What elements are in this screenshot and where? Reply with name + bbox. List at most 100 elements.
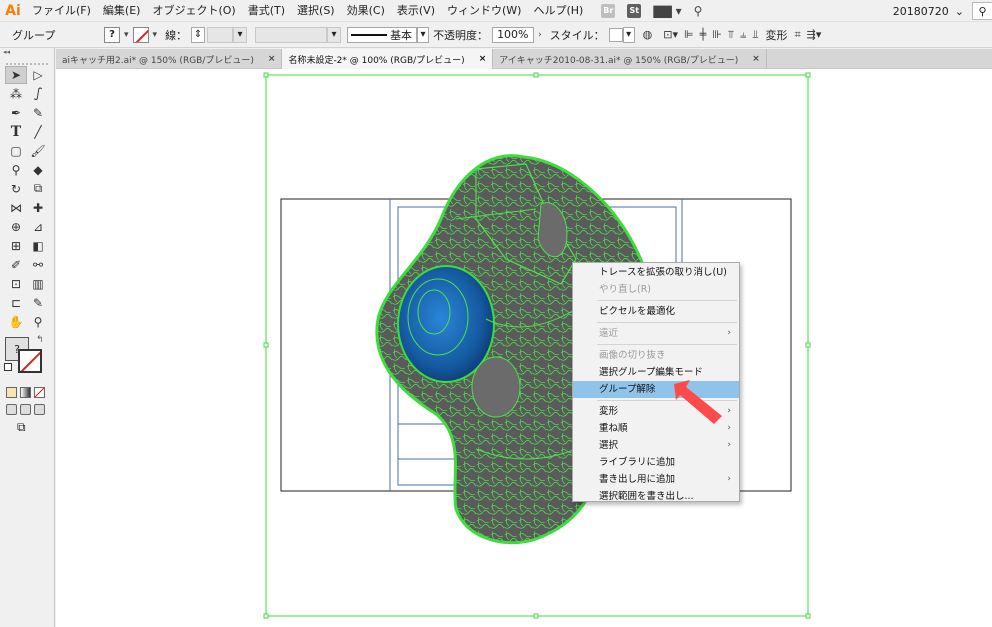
menu-edit[interactable]: 編集(E): [97, 0, 147, 22]
context-menu-item[interactable]: ピクセルを最適化: [573, 303, 739, 320]
mesh-tool-icon[interactable]: ⊞: [5, 237, 27, 255]
paintbrush-tool-icon[interactable]: 🖌: [27, 142, 49, 160]
chevron-down-icon[interactable]: ▾: [327, 26, 342, 43]
chevron-down-icon[interactable]: ▾: [124, 30, 129, 40]
type-tool-icon[interactable]: T: [5, 123, 27, 141]
rotate-tool-icon[interactable]: ↻: [5, 180, 27, 198]
screen-mode-icon[interactable]: ⧉: [0, 420, 54, 435]
puppet-warp-tool-icon[interactable]: ✚: [27, 199, 49, 217]
none-mode-icon[interactable]: [34, 387, 45, 398]
align-bottom-icon[interactable]: ⫫: [752, 28, 758, 42]
column-graph-tool-icon[interactable]: ▥: [27, 275, 49, 293]
hand-tool-icon[interactable]: ✋: [5, 313, 27, 331]
chevron-right-icon[interactable]: ›: [538, 30, 542, 40]
zoom-tool-icon[interactable]: ⚲: [27, 313, 49, 331]
stroke-label: 線：: [165, 28, 188, 42]
pen-tool-icon[interactable]: ✒: [5, 104, 27, 122]
stroke-weight-input[interactable]: [207, 26, 234, 43]
align-center-icon[interactable]: ╪: [700, 28, 707, 41]
selection-tool-icon[interactable]: ➤: [5, 65, 27, 84]
menu-select[interactable]: 選択(S): [291, 0, 341, 22]
default-fill-stroke-icon[interactable]: [4, 363, 12, 371]
direct-selection-tool-icon[interactable]: ▷: [27, 66, 49, 84]
align-right-icon[interactable]: ⊪: [712, 28, 722, 41]
artboard-canvas[interactable]: [56, 69, 992, 627]
align-left-icon[interactable]: ⊫: [684, 28, 694, 41]
transform-link[interactable]: 変形: [765, 27, 787, 43]
curvature-tool-icon[interactable]: ✎: [27, 104, 49, 122]
scale-tool-icon[interactable]: ⧉: [27, 180, 49, 198]
tab-doc-3[interactable]: アイキャッチ2010-08-31.ai* @ 150% (RGB/プレビュー) …: [493, 49, 767, 69]
draw-behind-icon[interactable]: [20, 404, 31, 415]
color-mode-icon[interactable]: [6, 387, 17, 398]
menu-file[interactable]: ファイル(F): [26, 0, 97, 22]
brush-definition[interactable]: 基本: [347, 26, 418, 43]
line-tool-icon[interactable]: ╱: [27, 123, 49, 141]
chevron-right-icon: ›: [727, 474, 731, 484]
gradient-mode-icon[interactable]: [20, 387, 31, 398]
bridge-badge[interactable]: Br: [601, 3, 616, 18]
artwork-svg[interactable]: [56, 69, 992, 627]
menu-item-label: 画像の切り抜き: [599, 350, 666, 361]
opacity-label[interactable]: 不透明度：: [433, 27, 488, 43]
panel-grip[interactable]: [6, 57, 48, 65]
close-icon[interactable]: ×: [479, 54, 487, 64]
context-menu-item[interactable]: 選択 ›: [573, 437, 739, 454]
search-icon[interactable]: ⚲: [972, 2, 992, 20]
rectangle-tool-icon[interactable]: ▢: [5, 142, 27, 160]
gpu-performance-icon[interactable]: ⚲: [694, 4, 703, 18]
symbol-sprayer-tool-icon[interactable]: ⊡: [5, 275, 27, 293]
tab-doc-2[interactable]: 名称未設定-2* @ 100% (RGB/プレビュー) ×: [282, 49, 494, 69]
opacity-input[interactable]: 100%: [492, 26, 535, 43]
artboard-tool-icon[interactable]: ⊏: [5, 294, 27, 312]
align-to-icon[interactable]: ⊡▾: [663, 28, 678, 41]
stroke-color-swatch[interactable]: [18, 349, 42, 373]
context-menu-item[interactable]: トレースを拡張の取り消し(U): [573, 264, 739, 281]
close-icon[interactable]: ×: [268, 54, 276, 64]
width-tool-icon[interactable]: ⋈: [5, 199, 27, 217]
context-menu-item[interactable]: 選択範囲を書き出し...: [573, 488, 739, 505]
blend-tool-icon[interactable]: ⚯: [27, 256, 49, 274]
eyedropper-tool-icon[interactable]: ✐: [5, 256, 27, 274]
stock-badge[interactable]: St: [627, 3, 642, 18]
stroke-weight-dropdown[interactable]: ▾: [233, 26, 248, 43]
menu-type[interactable]: 書式(T): [242, 0, 291, 22]
stroke-weight-stepper[interactable]: ⇕: [191, 26, 206, 43]
menu-effect[interactable]: 効果(C): [341, 0, 391, 22]
options-icon[interactable]: ⇶▾: [807, 28, 822, 41]
swap-fill-stroke-icon[interactable]: ↰: [36, 335, 44, 345]
arrange-documents-icon[interactable]: ▇▇ ▾: [653, 4, 681, 18]
recolor-artwork-icon[interactable]: ◍: [643, 28, 653, 41]
draw-normal-icon[interactable]: [6, 404, 17, 415]
menu-object[interactable]: オブジェクト(O): [146, 0, 241, 22]
gradient-tool-icon[interactable]: ◧: [27, 237, 49, 255]
stroke-swatch[interactable]: [132, 26, 149, 43]
draw-inside-icon[interactable]: [34, 404, 45, 415]
menu-help[interactable]: ヘルプ(H): [527, 0, 589, 22]
magic-wand-tool-icon[interactable]: ⁂: [5, 85, 27, 103]
brush-stroke-preview: [351, 33, 388, 36]
menu-view[interactable]: 表示(V): [391, 0, 441, 22]
shape-builder-tool-icon[interactable]: ⊕: [5, 218, 27, 236]
close-icon[interactable]: ×: [752, 54, 760, 64]
graphic-style-swatch[interactable]: [608, 27, 623, 42]
perspective-grid-tool-icon[interactable]: ⊿: [27, 218, 49, 236]
align-middle-icon[interactable]: ⫨: [740, 28, 746, 42]
context-menu-item[interactable]: 書き出し用に追加 ›: [573, 471, 739, 488]
chevron-down-icon[interactable]: ▾: [622, 26, 635, 43]
fill-swatch[interactable]: ?: [104, 26, 120, 43]
shaper-tool-icon[interactable]: ⚲: [5, 161, 27, 179]
menu-window[interactable]: ウィンドウ(W): [441, 0, 527, 22]
lasso-tool-icon[interactable]: ഽ: [27, 85, 49, 103]
eraser-tool-icon[interactable]: ◆: [27, 161, 49, 179]
workspace-switcher[interactable]: 20180720 ⌄: [893, 3, 964, 19]
isolate-icon[interactable]: ⌗: [794, 28, 800, 42]
collapse-panel-icon[interactable]: ◂◂: [0, 48, 54, 57]
variable-width-profile[interactable]: [255, 26, 328, 43]
align-top-icon[interactable]: ⫪: [728, 28, 734, 42]
slice-tool-icon[interactable]: ✎: [27, 294, 49, 312]
chevron-down-icon[interactable]: ▾: [417, 26, 430, 43]
context-menu-item[interactable]: ライブラリに追加: [573, 454, 739, 471]
tab-doc-1[interactable]: aiキャッチ用2.ai* @ 150% (RGB/プレビュー) ×: [56, 49, 283, 69]
chevron-down-icon[interactable]: ▾: [153, 30, 158, 40]
